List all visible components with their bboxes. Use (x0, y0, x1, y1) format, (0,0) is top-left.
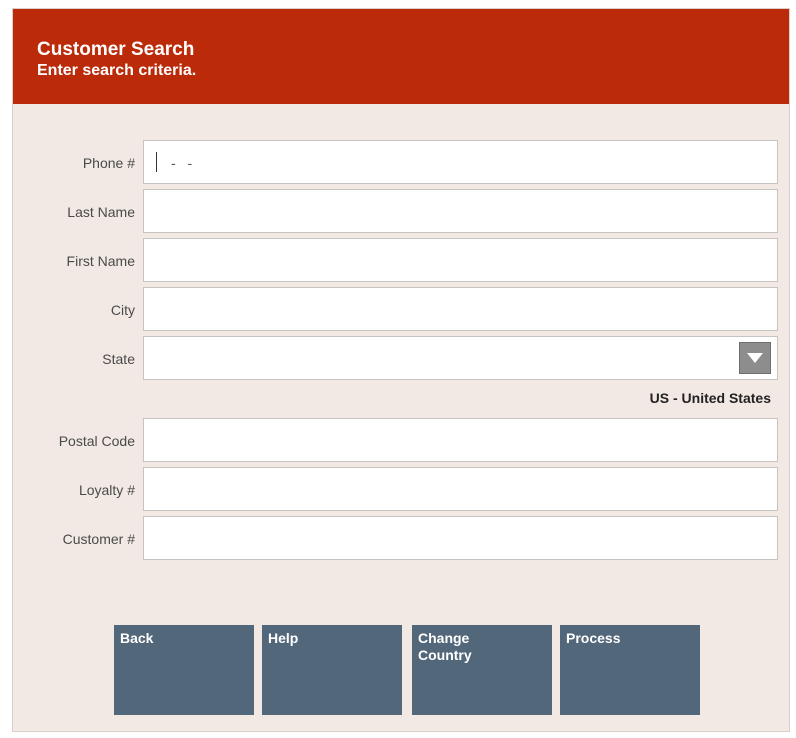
customer-number-field[interactable] (143, 516, 778, 560)
state-row: State (13, 336, 789, 382)
city-label: City (110, 302, 135, 318)
last-name-field[interactable] (143, 189, 778, 233)
city-field[interactable] (143, 287, 778, 331)
state-label: State (102, 351, 135, 367)
customer-number-row: Customer # (13, 516, 789, 562)
last-name-label: Last Name (67, 204, 135, 220)
change-country-button[interactable]: Change Country (412, 625, 552, 715)
process-button[interactable]: Process (560, 625, 700, 715)
back-button[interactable]: Back (114, 625, 254, 715)
country-label: US - United States (649, 390, 771, 406)
dialog-subtitle: Enter search criteria. (37, 62, 197, 79)
loyalty-label: Loyalty # (78, 482, 135, 498)
dialog-title: Customer Search (37, 39, 195, 60)
phone-row: Phone # - - (13, 140, 789, 186)
last-name-row: Last Name (13, 189, 789, 235)
phone-mask: - - (171, 155, 197, 171)
phone-label: Phone # (82, 155, 135, 171)
text-cursor (156, 152, 157, 172)
chevron-down-icon[interactable] (739, 342, 771, 374)
postal-code-row: Postal Code (13, 418, 789, 464)
loyalty-row: Loyalty # (13, 467, 789, 513)
postal-code-field[interactable] (143, 418, 778, 462)
dialog-header: Customer Search Enter search criteria. (13, 9, 789, 104)
customer-number-label: Customer # (62, 531, 135, 547)
first-name-label: First Name (66, 253, 135, 269)
first-name-field[interactable] (143, 238, 778, 282)
postal-code-label: Postal Code (58, 433, 135, 449)
first-name-row: First Name (13, 238, 789, 284)
loyalty-field[interactable] (143, 467, 778, 511)
city-row: City (13, 287, 789, 333)
help-button[interactable]: Help (262, 625, 402, 715)
state-select[interactable] (143, 336, 778, 380)
phone-field[interactable] (143, 140, 778, 184)
customer-search-dialog: Customer Search Enter search criteria. P… (12, 8, 790, 732)
